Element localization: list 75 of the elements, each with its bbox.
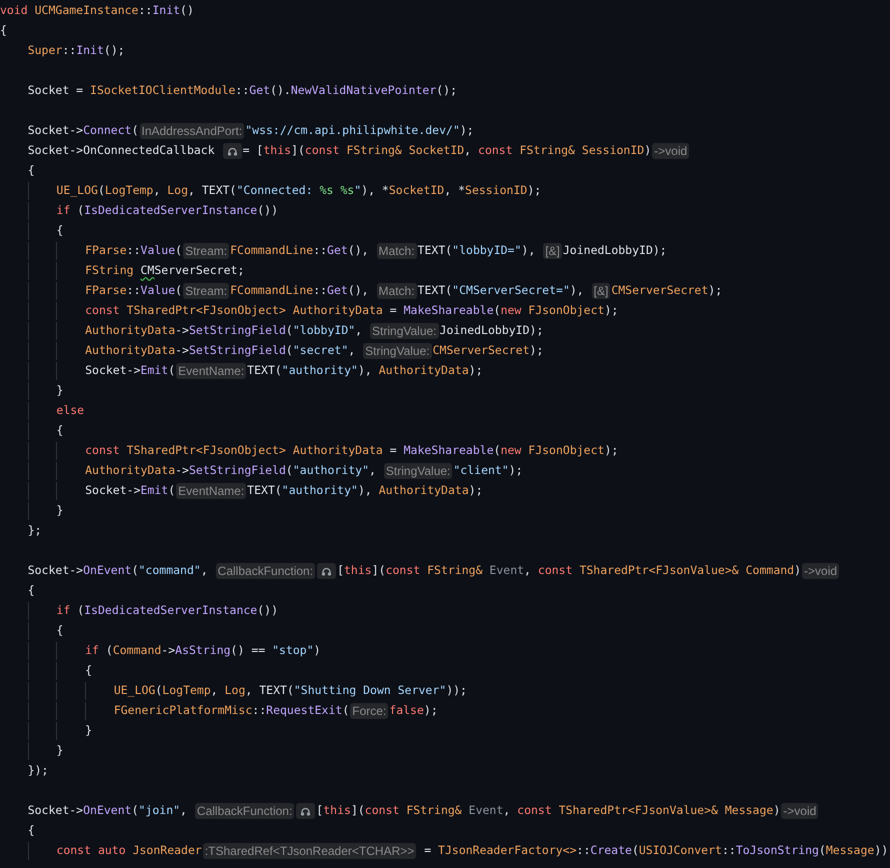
- code-text: void UCMGameInstance::Init(): [0, 2, 194, 20]
- code-text: });: [26, 762, 48, 780]
- code-text: Socket->OnEvent("join",: [26, 802, 188, 820]
- code-text: FCommandLine::Get(),: [230, 242, 370, 260]
- code-text: Socket->Emit(: [0, 482, 176, 500]
- code-text: AuthorityData->SetStringField("secret",: [0, 342, 362, 360]
- inlay-hint: EventName:: [176, 483, 246, 499]
- inlay-hint: ->void: [652, 143, 690, 159]
- inlay-hint: StringValue:: [370, 323, 439, 339]
- code-text: Socket->OnEvent("command",: [26, 562, 209, 580]
- code-text: }: [0, 742, 64, 760]
- code-text: = TJsonReaderFactory<>::Create(USIOJConvert::ToJsonString(Message));: [423, 842, 890, 860]
- code-text: AuthorityData->SetStringField("authority",: [0, 462, 383, 480]
- code-text: FParse::Value(: [0, 242, 182, 260]
- inlay-hint: EventName:: [176, 363, 246, 379]
- code-text: AuthorityData->SetStringField("lobbyID",: [0, 322, 370, 340]
- inlay-hint: Match:: [376, 283, 417, 299]
- inlay-hint: [&]: [543, 243, 562, 259]
- code-text: Socket->OnConnectedCallback: [26, 142, 216, 160]
- inlay-hint: Stream:: [183, 283, 230, 299]
- code-text: const auto JsonReader: [0, 842, 202, 860]
- code-text: };: [26, 522, 42, 540]
- code-text: if (IsDedicatedServerInstance()): [0, 202, 278, 220]
- code-text: JoinedLobbyID);: [562, 242, 667, 260]
- inlay-hint: ->void: [802, 563, 840, 579]
- code-text: [this](const FString& Event, const TSharedPtr<FJsonValue>& Message): [316, 802, 780, 820]
- inlay-hint: StringValue:: [384, 463, 452, 479]
- inlay-hint: ->void: [781, 803, 818, 819]
- code-text: "wss://cm.api.philipwhite.dev/");: [245, 122, 474, 140]
- code-text: CMServerSecret);: [432, 342, 544, 360]
- code-text: = [this](const FString& SocketID, const FString& SessionID): [242, 142, 652, 160]
- code-text: {: [26, 162, 35, 180]
- code-text: const TSharedPtr<FJsonObject> AuthorityData = MakeShareable(new FJsonObject);: [0, 442, 618, 460]
- code-text: {: [0, 422, 64, 440]
- code-text: const TSharedPtr<FJsonObject> AuthorityData = MakeShareable(new FJsonObject);: [0, 302, 618, 320]
- code-text: TEXT("authority"), AuthorityData);: [247, 362, 483, 380]
- inlay-hint: InAddressAndPort:: [140, 123, 244, 139]
- code-text: FParse::Value(: [0, 282, 182, 300]
- code-text: [this](const FString& Event, const TSharedPtr<FJsonValue>& Command): [337, 562, 802, 580]
- code-text: JoinedLobbyID);: [440, 322, 544, 340]
- code-text: {: [26, 822, 35, 840]
- code-text: UE_LOG(LogTemp, Log, TEXT("Shutting Down Server"));: [0, 682, 467, 700]
- code-text: }: [0, 722, 92, 740]
- code-text: }: [0, 382, 64, 400]
- code-text: {: [0, 622, 64, 640]
- code-text: TEXT("CMServerSecret="),: [418, 282, 585, 300]
- code-text: TEXT("authority"), AuthorityData);: [247, 482, 483, 500]
- code-text: FString CMServerSecret;: [0, 262, 244, 280]
- code-text: TEXT("lobbyID="),: [418, 242, 536, 260]
- inlay-hint: StringValue:: [363, 343, 432, 359]
- code-text: Socket->Emit(: [0, 362, 176, 380]
- code-text: Socket = ISocketIOClientModule::Get().NewValidNativePointer();: [26, 82, 458, 100]
- inlay-hint: CallbackFunction:: [194, 803, 294, 819]
- inlay-hint: Stream:: [183, 243, 230, 259]
- inlay-hint: Force:: [350, 703, 388, 719]
- code-text: false);: [389, 702, 438, 720]
- code-text: "client");: [453, 462, 523, 480]
- code-text: UE_LOG(LogTemp, Log, TEXT("Connected: %s %s"), *SocketID, *SessionID);: [0, 182, 542, 200]
- code-text: {: [0, 222, 64, 240]
- code-text: Super::Init();: [26, 42, 125, 60]
- code-text: Socket->Connect(: [26, 122, 138, 140]
- code-text: }: [0, 502, 64, 520]
- inlay-hint: :TSharedRef<TJsonReader<TCHAR>>: [202, 843, 416, 859]
- code-text: else: [0, 402, 84, 420]
- inlay-hint: [&]: [592, 283, 610, 299]
- code-text: {: [26, 582, 35, 600]
- code-text: if (Command->AsString() == "stop"): [0, 642, 321, 660]
- inlay-hint: Match:: [376, 243, 417, 259]
- code-text: if (IsDedicatedServerInstance()): [0, 602, 278, 620]
- code-text: {: [0, 662, 92, 680]
- code-text: FCommandLine::Get(),: [230, 282, 370, 300]
- code-text: CMServerSecret);: [611, 282, 722, 300]
- code-text: {: [0, 22, 7, 40]
- code-text: FGenericPlatformMisc::RequestExit(: [0, 702, 350, 720]
- inlay-hint: CallbackFunction:: [216, 563, 316, 579]
